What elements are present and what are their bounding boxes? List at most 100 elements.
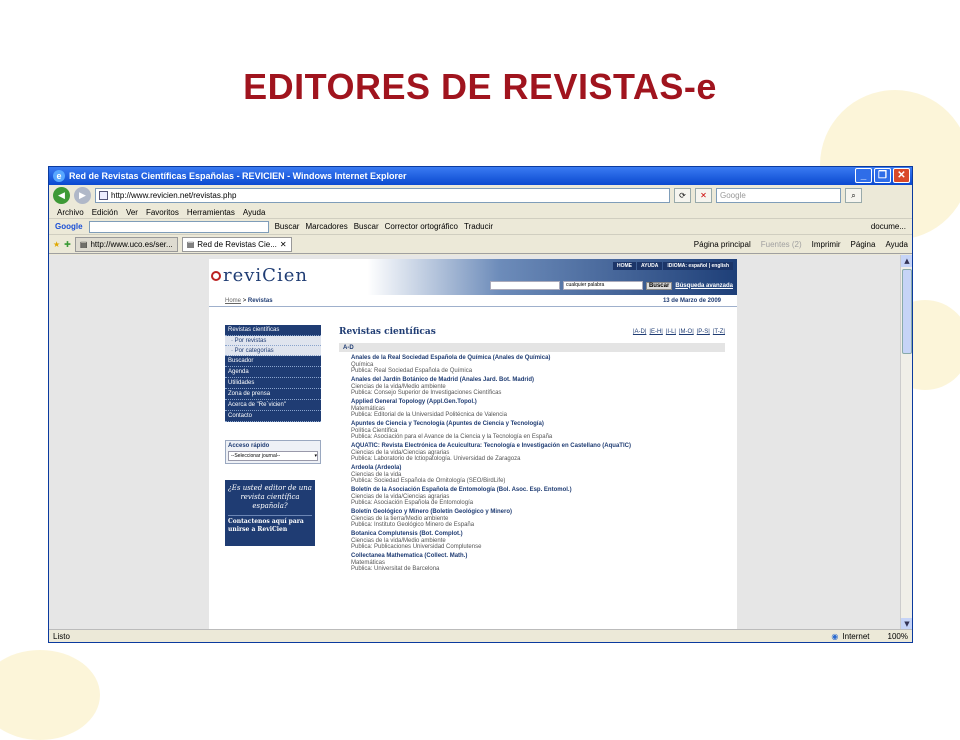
- minimize-button[interactable]: _: [855, 168, 872, 183]
- tab-revicien[interactable]: ▤ Red de Revistas Cie... ✕: [181, 236, 292, 252]
- gtb-documents[interactable]: docume...: [871, 222, 906, 231]
- tab-uco[interactable]: ▤ http://www.uco.es/ser...: [74, 236, 178, 252]
- tab-label: http://www.uco.es/ser...: [90, 239, 173, 249]
- breadcrumb-home[interactable]: Home: [225, 298, 241, 304]
- alpha-link-e-h[interactable]: |E-H|: [649, 329, 662, 335]
- page-icon: ▤: [79, 239, 88, 249]
- journal-publisher: Publica: Editorial de la Universidad Pol…: [351, 412, 507, 418]
- gtb-marcadores[interactable]: Marcadores: [305, 222, 347, 231]
- nav-zona-prensa[interactable]: Zona de prensa: [225, 389, 321, 400]
- search-icon[interactable]: ⌕: [845, 188, 862, 203]
- list-item: Boletín Geológico y Minero (Boletín Geol…: [351, 509, 725, 528]
- editor-promo-banner[interactable]: ¿Es usted editor de una revista científi…: [225, 480, 315, 546]
- journal-publisher: Publica: Asociación Española de Entomolo…: [351, 500, 474, 506]
- nav-buscador[interactable]: Buscador: [225, 356, 321, 367]
- alpha-link-i-l[interactable]: |I-L|: [666, 329, 676, 335]
- address-bar[interactable]: http://www.revicien.net/revistas.php: [95, 188, 670, 203]
- journal-publisher: Publica: Publicaciones Universidad Compl…: [351, 544, 482, 550]
- close-button[interactable]: ✕: [893, 168, 910, 183]
- nav-por-revistas[interactable]: · Por revistas: [225, 336, 321, 346]
- alpha-link-t-z[interactable]: |T-Z|: [713, 329, 725, 335]
- promo-cta[interactable]: Contactenos aquí para unirse a ReviCien: [228, 515, 312, 534]
- nav-agenda[interactable]: Agenda: [225, 367, 321, 378]
- menu-ayuda[interactable]: Ayuda: [243, 208, 266, 217]
- vertical-scrollbar[interactable]: ▲ ▼: [900, 255, 912, 630]
- gtb-traducir[interactable]: Traducir: [464, 222, 493, 231]
- nav-contacto[interactable]: Contacto: [225, 411, 321, 422]
- journal-title-link[interactable]: Collectanea Mathematica (Collect. Math.): [351, 553, 725, 560]
- alpha-link-a-d[interactable]: |A-D|: [633, 329, 646, 335]
- site-search-button[interactable]: Buscar: [645, 281, 673, 290]
- breadcrumb: Home > Revistas 13 de Marzo de 2009: [209, 295, 737, 307]
- close-tab-icon[interactable]: ✕: [280, 240, 287, 249]
- refresh-icon[interactable]: ⟳: [674, 188, 691, 203]
- google-toolbar: Google Buscar Marcadores Buscar Correcto…: [49, 219, 912, 235]
- menu-bar: Archivo Edición Ver Favoritos Herramient…: [49, 206, 912, 219]
- menu-herramientas[interactable]: Herramientas: [187, 208, 235, 217]
- nav-revistas[interactable]: Revistas científicas: [225, 325, 321, 336]
- journal-title-link[interactable]: Applied General Topology (Appl.Gen.Topol…: [351, 399, 725, 406]
- chevron-down-icon: ▾: [314, 453, 317, 459]
- top-link-help[interactable]: AYUDA: [636, 262, 663, 270]
- top-link-home[interactable]: HOME: [612, 262, 636, 270]
- list-item: AQUATIC: Revista Electrónica de Acuicult…: [351, 443, 725, 462]
- add-favorites-icon[interactable]: ✚: [64, 240, 71, 249]
- nav-utilidades[interactable]: Utilidades: [225, 378, 321, 389]
- alpha-link-p-s[interactable]: |P-S|: [697, 329, 710, 335]
- gtb-buscar-2[interactable]: Buscar: [354, 222, 379, 231]
- breadcrumb-current: Revistas: [247, 297, 273, 304]
- journal-title-link[interactable]: Boletín de la Asociación Española de Ent…: [351, 487, 725, 494]
- journal-title-link[interactable]: Anales del Jardín Botánico de Madrid (An…: [351, 377, 725, 384]
- google-search-input[interactable]: [88, 220, 269, 233]
- journal-title-link[interactable]: Boletín Geológico y Minero (Boletín Geol…: [351, 509, 725, 516]
- address-text: http://www.revicien.net/revistas.php: [111, 191, 237, 200]
- alpha-link-m-o[interactable]: |M-O|: [679, 329, 694, 335]
- breadcrumb-separator: >: [242, 297, 247, 304]
- print-button[interactable]: Imprimir: [812, 240, 841, 249]
- menu-archivo[interactable]: Archivo: [57, 208, 84, 217]
- menu-ver[interactable]: Ver: [126, 208, 138, 217]
- journal-select[interactable]: --Seleccionar journal-- ▾: [228, 451, 318, 461]
- home-button[interactable]: Página principal: [694, 240, 751, 249]
- nav-acerca[interactable]: Acerca de "Re´vicien": [225, 400, 321, 411]
- forward-button[interactable]: ▶: [74, 187, 91, 204]
- journal-publisher: Publica: Consejo Superior de Investigaci…: [351, 390, 502, 396]
- menu-favoritos[interactable]: Favoritos: [146, 208, 179, 217]
- advanced-search-link[interactable]: Búsqueda avanzada: [675, 283, 733, 289]
- current-date: 13 de Marzo de 2009: [662, 297, 721, 304]
- search-mode-select[interactable]: cualquier palabra: [562, 281, 643, 290]
- gtb-buscar[interactable]: Buscar: [275, 222, 300, 231]
- favorites-star-icon[interactable]: ★: [53, 240, 60, 249]
- journal-title-link[interactable]: Botanica Complutensis (Bot. Complot.): [351, 531, 725, 538]
- list-item: Apuntes de Ciencia y Tecnología (Apuntes…: [351, 421, 725, 440]
- site-logo[interactable]: reviCien: [223, 265, 308, 286]
- gtb-corrector[interactable]: Corrector ortográfico: [385, 222, 458, 231]
- back-button[interactable]: ◀: [53, 187, 70, 204]
- maximize-button[interactable]: ❐: [874, 168, 891, 183]
- site-search-input[interactable]: [489, 281, 560, 290]
- journal-title-link[interactable]: Ardeola (Ardeola): [351, 465, 725, 472]
- stop-icon[interactable]: ✕: [695, 188, 712, 203]
- scroll-thumb[interactable]: [902, 269, 912, 354]
- help-menu-button[interactable]: Ayuda: [885, 240, 908, 249]
- google-logo: Google: [55, 222, 83, 231]
- list-item: Collectanea Mathematica (Collect. Math.)…: [351, 553, 725, 572]
- journal-title-link[interactable]: Apuntes de Ciencia y Tecnología (Apuntes…: [351, 421, 725, 428]
- ie-icon: e: [53, 170, 65, 182]
- journal-title-link[interactable]: Anales de la Real Sociedad Española de Q…: [351, 355, 725, 362]
- page-menu-button[interactable]: Página: [851, 240, 876, 249]
- feeds-button[interactable]: Fuentes (2): [761, 240, 802, 249]
- menu-edicion[interactable]: Edición: [92, 208, 118, 217]
- window-title: Red de Revistas Científicas Españolas - …: [69, 171, 407, 181]
- address-row: ◀ ▶ http://www.revicien.net/revistas.php…: [49, 185, 912, 206]
- nav-por-categorias[interactable]: · Por categorías: [225, 346, 321, 356]
- list-item: Ardeola (Ardeola) Ciencias de la vida Publ…: [351, 465, 725, 484]
- browser-window: e Red de Revistas Científicas Españolas …: [48, 166, 913, 643]
- scroll-up-icon[interactable]: ▲: [901, 255, 912, 267]
- zoom-level[interactable]: 100%: [888, 632, 908, 641]
- top-link-language[interactable]: IDIOMA: español | english: [663, 262, 733, 270]
- journal-list: Anales de la Real Sociedad Española de Q…: [339, 355, 725, 572]
- list-item: Boletín de la Asociación Española de Ent…: [351, 487, 725, 506]
- journal-title-link[interactable]: AQUATIC: Revista Electrónica de Acuicult…: [351, 443, 725, 450]
- search-input[interactable]: Google: [716, 188, 841, 203]
